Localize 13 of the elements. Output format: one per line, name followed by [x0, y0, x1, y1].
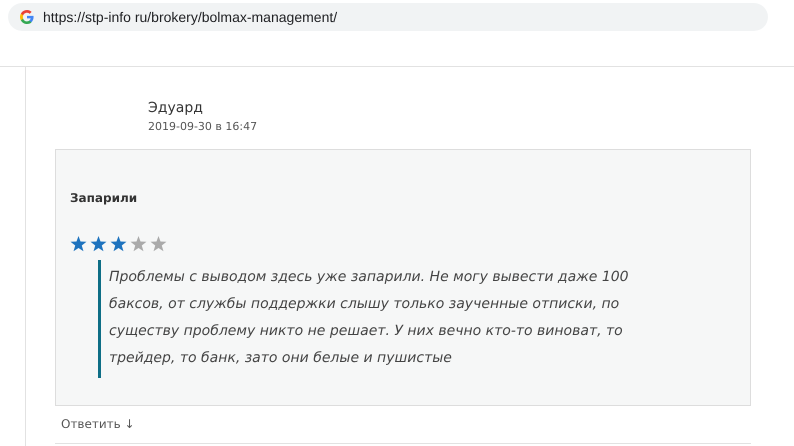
google-logo-icon — [20, 10, 34, 24]
reply-link[interactable]: Ответить ↓ — [61, 417, 135, 431]
url-text: https://stp-info ru/brokery/bolmax-management/ — [43, 9, 338, 25]
empty-star-icon — [130, 236, 147, 252]
comment-quote: Проблемы с выводом здесь уже запарили. Не могу вывести даже 100 баксов, от службы поддержки слышу только заученные отписки, по существу проблему никто не решает. У них вечно кто-то виноват, то трейдер, то банк, зато они белые и пушистые — [98, 260, 750, 378]
empty-star-icon — [150, 236, 167, 252]
address-bar[interactable]: https://stp-info ru/brokery/bolmax-management/ — [8, 3, 768, 31]
filled-star-icon — [110, 236, 127, 252]
author-name: Эдуард — [148, 99, 204, 118]
filled-star-icon — [90, 236, 107, 252]
comment-title: Запарили — [70, 190, 138, 206]
comment-date: 2019-09-30 в 16:47 — [148, 119, 258, 135]
filled-star-icon — [70, 236, 87, 252]
